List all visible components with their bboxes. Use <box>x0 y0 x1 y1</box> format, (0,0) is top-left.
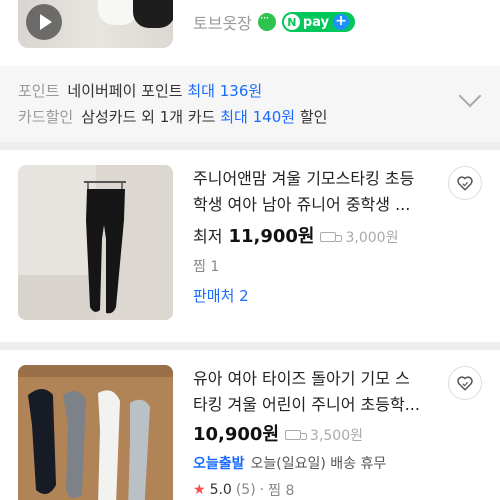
review-count: (5) <box>235 482 256 498</box>
product-title-line2: 학생 여아 남아 쥬니어 중학생 ... <box>193 195 411 214</box>
npay-n-icon: N <box>283 14 300 30</box>
rating-score: 5.0 <box>209 482 232 498</box>
shipping-fee: 3,500원 <box>285 425 363 445</box>
talk-icon[interactable] <box>257 11 276 31</box>
sellers-link[interactable]: 판매처 2 <box>193 285 249 306</box>
play-icon[interactable] <box>26 4 62 40</box>
black-tights-image <box>18 165 173 320</box>
point-desc: 네이버페이 포인트 <box>67 82 183 100</box>
rating-row: ★ 5.0 (5) · 찜 8 <box>193 480 294 500</box>
price-label: 최저 <box>193 227 223 246</box>
point-text: 네이버페이 포인트 최대 136원 <box>67 80 262 101</box>
card-amount: 최대 140원 <box>220 108 296 126</box>
card-desc: 삼성카드 외 1개 카드 <box>81 108 216 126</box>
price-row: 최저 11,900원 3,000원 <box>193 222 398 248</box>
point-benefit-row: 포인트 네이버페이 포인트 최대 136원 <box>18 80 262 101</box>
product-title[interactable]: 주니어앤맘 겨울 기모스타킹 초등 학생 여아 남아 쥬니어 중학생 ... <box>193 166 443 218</box>
plus-icon: + <box>333 14 350 30</box>
benefits-panel[interactable]: 포인트 네이버페이 포인트 최대 136원 카드할인 삼성카드 외 1개 카드 … <box>0 66 500 142</box>
delivery-note: 오늘(일요일) 배송 휴무 <box>250 456 387 472</box>
zzim-count: 찜 1 <box>193 259 220 275</box>
price: 10,900원 <box>193 424 280 445</box>
truck-icon <box>285 430 308 440</box>
product-title-line1: 주니어앤맘 겨울 기모스타킹 초등 <box>193 169 415 188</box>
seller-name[interactable]: 토브옷장 <box>193 10 252 34</box>
price: 11,900원 <box>228 226 315 247</box>
star-icon: ★ <box>193 482 206 498</box>
card-key: 카드할인 <box>18 108 74 126</box>
shipping-amount: 3,500원 <box>310 428 363 444</box>
seller-row: 토브옷장 N pay + <box>193 10 356 34</box>
section-divider <box>0 342 500 350</box>
product-card[interactable]: 주니어앤맘 겨울 기모스타킹 초등 학생 여아 남아 쥬니어 중학생 ... 최… <box>0 150 500 342</box>
zzim-button[interactable] <box>448 166 482 200</box>
product-thumbnail[interactable] <box>18 165 173 320</box>
card-suffix: 할인 <box>299 108 328 126</box>
product-title-line2: 타킹 겨울 어린이 주니어 초등학... <box>193 395 420 414</box>
today-dispatch-tag: 오늘출발 <box>193 456 245 472</box>
shipping-amount: 3,000원 <box>345 230 399 246</box>
point-amount: 최대 136원 <box>187 82 263 100</box>
price-row: 10,900원 3,500원 <box>193 420 363 446</box>
top-product-card[interactable]: 토브옷장 N pay + <box>0 0 500 66</box>
delivery-row: 오늘출발 오늘(일요일) 배송 휴무 <box>193 453 386 473</box>
heart-icon <box>457 176 473 191</box>
zzim-button[interactable] <box>448 366 482 400</box>
chevron-down-icon[interactable] <box>458 84 482 108</box>
shipping-fee: 3,000원 <box>320 227 398 247</box>
zzim-count: 찜 8 <box>268 483 295 499</box>
product-title[interactable]: 유아 여아 타이즈 돌아기 기모 스 타킹 겨울 어린이 주니어 초등학... <box>193 366 443 418</box>
heart-icon <box>457 376 473 391</box>
product-thumbnail[interactable] <box>18 365 173 500</box>
separator: · <box>259 482 265 498</box>
black-sock-image <box>133 0 173 28</box>
product-title-line1: 유아 여아 타이즈 돌아기 기모 스 <box>193 369 410 388</box>
color-tights-image <box>18 365 173 500</box>
white-sock-image <box>98 0 138 25</box>
card-text: 삼성카드 외 1개 카드 최대 140원 할인 <box>81 106 327 127</box>
npay-label: pay <box>302 14 330 30</box>
point-key: 포인트 <box>18 82 60 100</box>
truck-icon <box>320 232 343 242</box>
card-benefit-row: 카드할인 삼성카드 외 1개 카드 최대 140원 할인 <box>18 106 327 127</box>
section-divider <box>0 142 500 150</box>
product-card[interactable]: 유아 여아 타이즈 돌아기 기모 스 타킹 겨울 어린이 주니어 초등학... … <box>0 350 500 500</box>
npay-badge: N pay + <box>281 12 356 32</box>
product-thumbnail-video[interactable] <box>18 0 173 48</box>
